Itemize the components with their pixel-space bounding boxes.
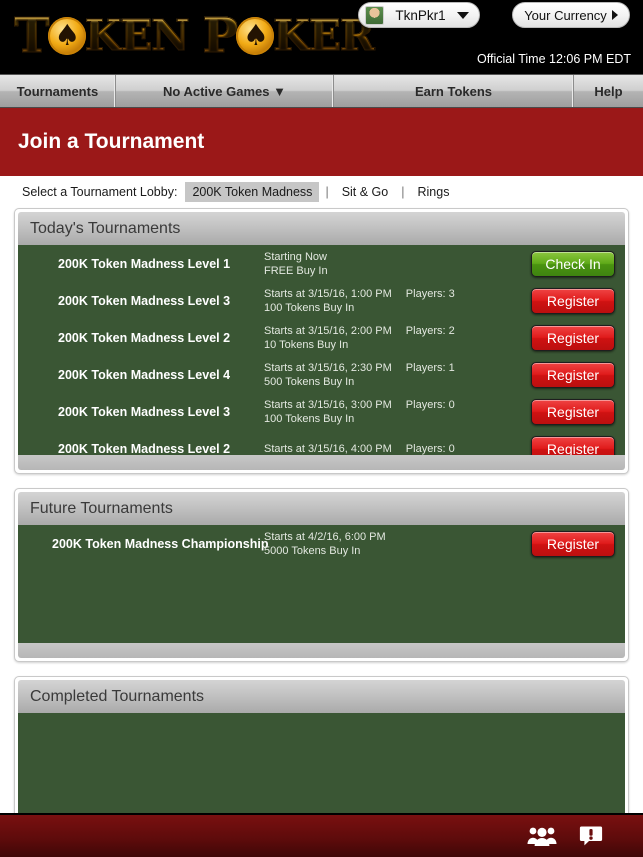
lobby-selector: Select a Tournament Lobby: 200K Token Ma…	[0, 176, 643, 208]
tournament-buyin: FREE Buy In	[264, 264, 328, 277]
future-tournaments-list[interactable]: 200K Token Madness Championship Starts at…	[18, 525, 625, 643]
user-avatar-icon	[365, 5, 384, 25]
spade-coin-icon	[236, 17, 275, 55]
site-logo: TKEN PKER	[14, 7, 376, 65]
tournament-player-count: Players: 0	[405, 442, 455, 455]
tournament-start-time: Starts at 3/15/16, 1:00 PM	[264, 287, 392, 300]
tournament-start-time: Starts at 3/15/16, 4:00 PM	[264, 442, 392, 455]
tournament-start-time: Starts at 3/15/16, 2:30 PM	[264, 361, 392, 374]
chevron-down-icon	[457, 11, 469, 19]
nav-item-help[interactable]: Help	[574, 75, 643, 107]
main-navigation: Tournaments No Active Games ▼ Earn Token…	[0, 74, 643, 108]
nav-item-earn-tokens[interactable]: Earn Tokens	[334, 75, 574, 107]
page-banner: Join a Tournament	[0, 108, 643, 176]
tournament-start-time: Starts at 3/15/16, 3:00 PM	[264, 398, 392, 411]
lobby-tab-rings[interactable]: Rings	[410, 182, 456, 202]
your-currency-button[interactable]: Your Currency	[512, 2, 630, 28]
tournament-row[interactable]: 200K Token Madness Level 2 Starts at 3/15…	[18, 319, 625, 356]
top-bar: TKEN PKER TknPkr1 Your Currency Official…	[0, 0, 643, 74]
panel-footer-bar	[18, 643, 625, 658]
user-name-label: TknPkr1	[395, 7, 446, 23]
tournament-info: Starting Now FREE Buy In	[264, 250, 531, 278]
tournament-buyin: 100 Tokens Buy In	[264, 301, 355, 314]
register-button[interactable]: Register	[531, 287, 615, 314]
tournament-info: Starts at 4/2/16, 6:00 PM 5000 Tokens Buy…	[264, 530, 531, 558]
panel-footer-bar	[18, 455, 625, 470]
page-title: Join a Tournament	[18, 130, 205, 153]
tournament-row[interactable]: 200K Token Madness Level 3 Starts at 3/15…	[18, 393, 625, 430]
tournament-info: Starts at 3/15/16, 4:00 PM Players: 0	[264, 442, 531, 456]
tournament-start-time: Starts at 4/2/16, 6:00 PM	[264, 530, 386, 543]
todays-tournaments-list[interactable]: 200K Token Madness Level 1 Starting Now FR…	[18, 245, 625, 455]
tournament-name: 200K Token Madness Level 1	[58, 256, 231, 271]
spade-coin-icon	[47, 17, 86, 55]
players-group-icon[interactable]	[527, 825, 557, 847]
tournament-buyin: 5000 Tokens Buy In	[264, 544, 361, 557]
chevron-right-icon	[611, 10, 618, 20]
tournament-buyin: 100 Tokens Buy In	[264, 412, 355, 425]
future-tournaments-panel: Future Tournaments 200K Token Madness Ch…	[14, 488, 629, 662]
tournament-row[interactable]: 200K Token Madness Level 4 Starts at 3/15…	[18, 356, 625, 393]
tournament-name: 200K Token Madness Level 3	[58, 404, 231, 419]
app-window: TKEN PKER TknPkr1 Your Currency Official…	[0, 0, 643, 857]
tournament-start-time: Starts at 3/15/16, 2:00 PM	[264, 324, 392, 337]
completed-tournaments-list[interactable]	[18, 713, 625, 818]
app-footer	[0, 813, 643, 857]
lobby-separator: |	[325, 185, 329, 199]
tournament-player-count: Players: 3	[405, 287, 455, 300]
tournament-info: Starts at 3/15/16, 3:00 PM Players: 0 100 …	[264, 398, 531, 426]
tournament-row[interactable]: 200K Token Madness Level 2 Starts at 3/15…	[18, 430, 625, 455]
register-button[interactable]: Register	[531, 435, 615, 455]
tournament-player-count: Players: 1	[405, 361, 455, 374]
tournament-name: 200K Token Madness Level 2	[58, 441, 231, 456]
tournament-player-count: Players: 2	[405, 324, 455, 337]
todays-tournaments-title: Today's Tournaments	[18, 212, 625, 245]
completed-tournaments-title: Completed Tournaments	[18, 680, 625, 713]
tournament-name: 200K Token Madness Level 3	[58, 293, 231, 308]
nav-item-active-games[interactable]: No Active Games ▼	[116, 75, 334, 107]
lobby-separator: |	[401, 185, 405, 199]
tournament-buyin: 10 Tokens Buy In	[264, 338, 349, 351]
lobby-tab-200k-token-madness[interactable]: 200K Token Madness	[185, 182, 320, 202]
tournament-start-time: Starting Now	[264, 250, 327, 263]
tournament-name: 200K Token Madness Championship	[52, 536, 269, 551]
tournament-row[interactable]: 200K Token Madness Championship Starts at…	[18, 525, 625, 562]
lobby-selector-label: Select a Tournament Lobby:	[22, 185, 178, 199]
check-in-button[interactable]: Check In	[531, 250, 615, 277]
tournament-row[interactable]: 200K Token Madness Level 3 Starts at 3/15…	[18, 282, 625, 319]
tournament-info: Starts at 3/15/16, 1:00 PM Players: 3 100 …	[264, 287, 531, 315]
alert-message-icon[interactable]	[579, 824, 603, 848]
register-button[interactable]: Register	[531, 530, 615, 557]
register-button[interactable]: Register	[531, 361, 615, 388]
todays-tournaments-panel: Today's Tournaments 200K Token Madness L…	[14, 208, 629, 474]
currency-label: Your Currency	[524, 7, 607, 23]
user-account-menu[interactable]: TknPkr1	[358, 2, 480, 28]
future-tournaments-title: Future Tournaments	[18, 492, 625, 525]
tournament-name: 200K Token Madness Level 2	[58, 330, 231, 345]
tournament-info: Starts at 3/15/16, 2:00 PM Players: 2 10 T…	[264, 324, 531, 352]
lobby-tab-sit-and-go[interactable]: Sit & Go	[335, 182, 396, 202]
nav-item-tournaments[interactable]: Tournaments	[0, 75, 116, 107]
register-button[interactable]: Register	[531, 398, 615, 425]
tournament-buyin: 500 Tokens Buy In	[264, 375, 355, 388]
tournament-info: Starts at 3/15/16, 2:30 PM Players: 1 500 …	[264, 361, 531, 389]
tournament-row[interactable]: 200K Token Madness Level 1 Starting Now FR…	[18, 245, 625, 282]
official-time-label: Official Time 12:06 PM EDT	[477, 52, 631, 66]
tournament-name: 200K Token Madness Level 4	[58, 367, 231, 382]
tournament-player-count: Players: 0	[405, 398, 455, 411]
register-button[interactable]: Register	[531, 324, 615, 351]
